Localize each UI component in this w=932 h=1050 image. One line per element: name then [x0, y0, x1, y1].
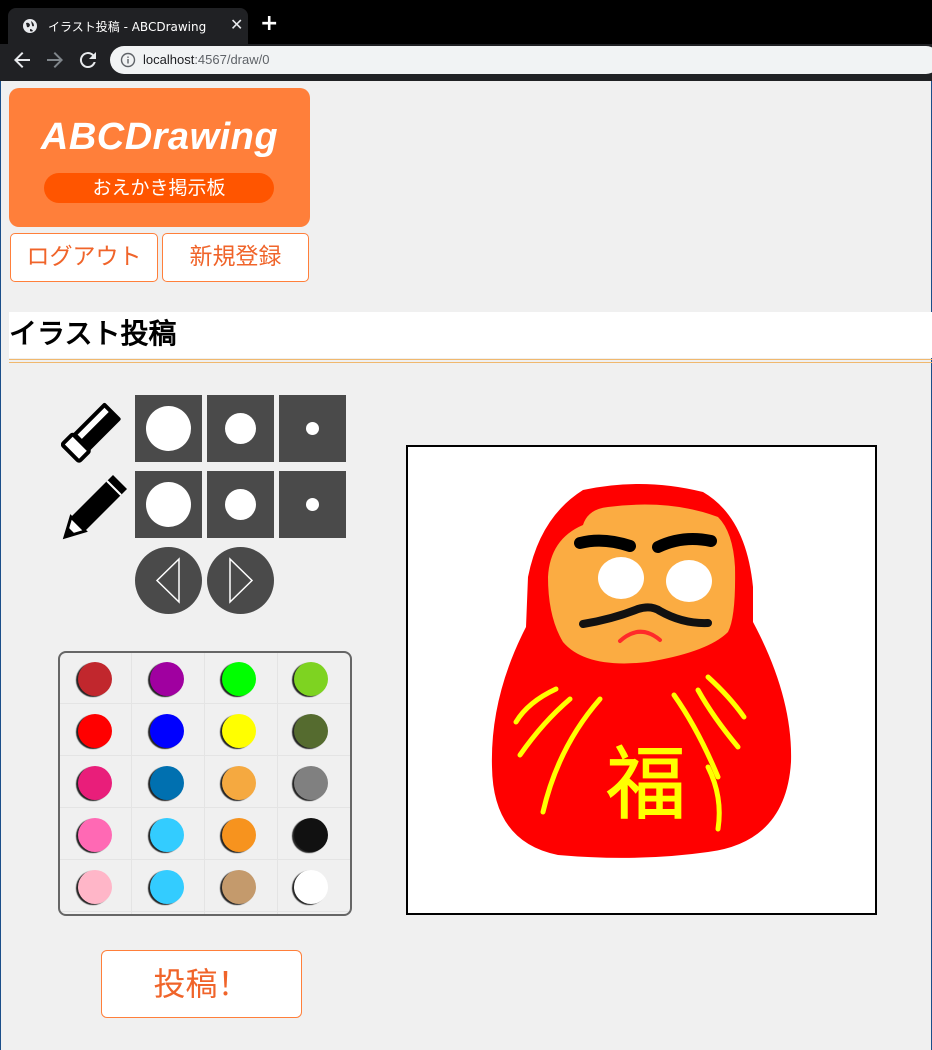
reload-icon[interactable]	[76, 48, 100, 72]
eraser-size-large-button[interactable]	[135, 395, 202, 462]
color-swatch[interactable]	[222, 714, 256, 748]
browser-toolbar: localhost:4567/draw/0	[0, 44, 932, 77]
size-dot-large	[146, 482, 191, 527]
tab-title: イラスト投稿 - ABCDrawing	[48, 20, 207, 34]
heading-divider	[9, 359, 932, 363]
url-path: :4567/draw/0	[194, 52, 270, 67]
logo-subtitle: おえかき掲示板	[44, 173, 274, 203]
undo-triangle-icon	[155, 557, 180, 604]
tab-close-icon[interactable]: ✕	[230, 16, 243, 34]
color-swatch[interactable]	[78, 662, 112, 696]
size-dot-small	[306, 422, 319, 435]
color-swatch[interactable]	[294, 766, 328, 800]
undo-button[interactable]	[135, 547, 202, 614]
color-swatch[interactable]	[222, 766, 256, 800]
size-dot-large	[146, 406, 191, 451]
browser-tab[interactable]: イラスト投稿 - ABCDrawing ✕	[8, 8, 248, 44]
color-swatch[interactable]	[78, 714, 112, 748]
color-swatch[interactable]	[294, 870, 328, 904]
redo-button[interactable]	[207, 547, 274, 614]
redo-triangle-icon	[229, 557, 254, 604]
pencil-size-large-button[interactable]	[135, 471, 202, 538]
pencil-icon[interactable]	[61, 469, 133, 541]
eraser-size-small-button[interactable]	[279, 395, 346, 462]
size-dot-small	[306, 498, 319, 511]
browser-chrome: イラスト投稿 - ABCDrawing ✕ + localhost:4567/d…	[0, 0, 932, 81]
color-swatch[interactable]	[150, 766, 184, 800]
color-swatch[interactable]	[150, 662, 184, 696]
url-host: localhost	[143, 52, 195, 67]
page-content: ABCDrawing おえかき掲示板 ログアウト 新規登録 イラスト投稿 投稿！…	[0, 81, 932, 1050]
color-swatch[interactable]	[78, 766, 112, 800]
logout-button[interactable]: ログアウト	[10, 233, 158, 282]
color-swatch[interactable]	[294, 662, 328, 696]
globe-icon	[23, 19, 37, 33]
color-swatch[interactable]	[150, 818, 184, 852]
new-tab-icon[interactable]: +	[260, 12, 278, 36]
color-swatch[interactable]	[294, 714, 328, 748]
drawing-canvas[interactable]: 福	[406, 445, 877, 915]
color-swatch[interactable]	[222, 870, 256, 904]
pencil-size-small-button[interactable]	[279, 471, 346, 538]
fuku-character: 福	[606, 738, 686, 831]
color-palette	[58, 651, 352, 916]
pencil-size-medium-button[interactable]	[207, 471, 274, 538]
submit-post-button[interactable]: 投稿！	[101, 950, 302, 1018]
eraser-icon[interactable]	[61, 394, 131, 464]
color-swatch[interactable]	[78, 870, 112, 904]
eraser-size-medium-button[interactable]	[207, 395, 274, 462]
color-swatch[interactable]	[150, 714, 184, 748]
back-icon[interactable]	[10, 48, 34, 72]
register-button[interactable]: 新規登録	[162, 233, 309, 282]
daruma-drawing: 福	[491, 483, 792, 858]
color-swatch[interactable]	[222, 662, 256, 696]
size-dot-medium	[225, 413, 256, 444]
color-swatch[interactable]	[150, 870, 184, 904]
color-swatch[interactable]	[78, 818, 112, 852]
info-icon[interactable]	[120, 52, 136, 68]
page-title: イラスト投稿	[9, 312, 932, 358]
color-swatch[interactable]	[294, 818, 328, 852]
address-bar[interactable]: localhost:4567/draw/0	[110, 46, 932, 74]
url-text: localhost:4567/draw/0	[143, 52, 269, 67]
forward-icon[interactable]	[43, 48, 67, 72]
logo-title: ABCDrawing	[40, 116, 279, 158]
site-logo[interactable]: ABCDrawing おえかき掲示板	[9, 88, 310, 227]
color-swatch[interactable]	[222, 818, 256, 852]
size-dot-medium	[225, 489, 256, 520]
